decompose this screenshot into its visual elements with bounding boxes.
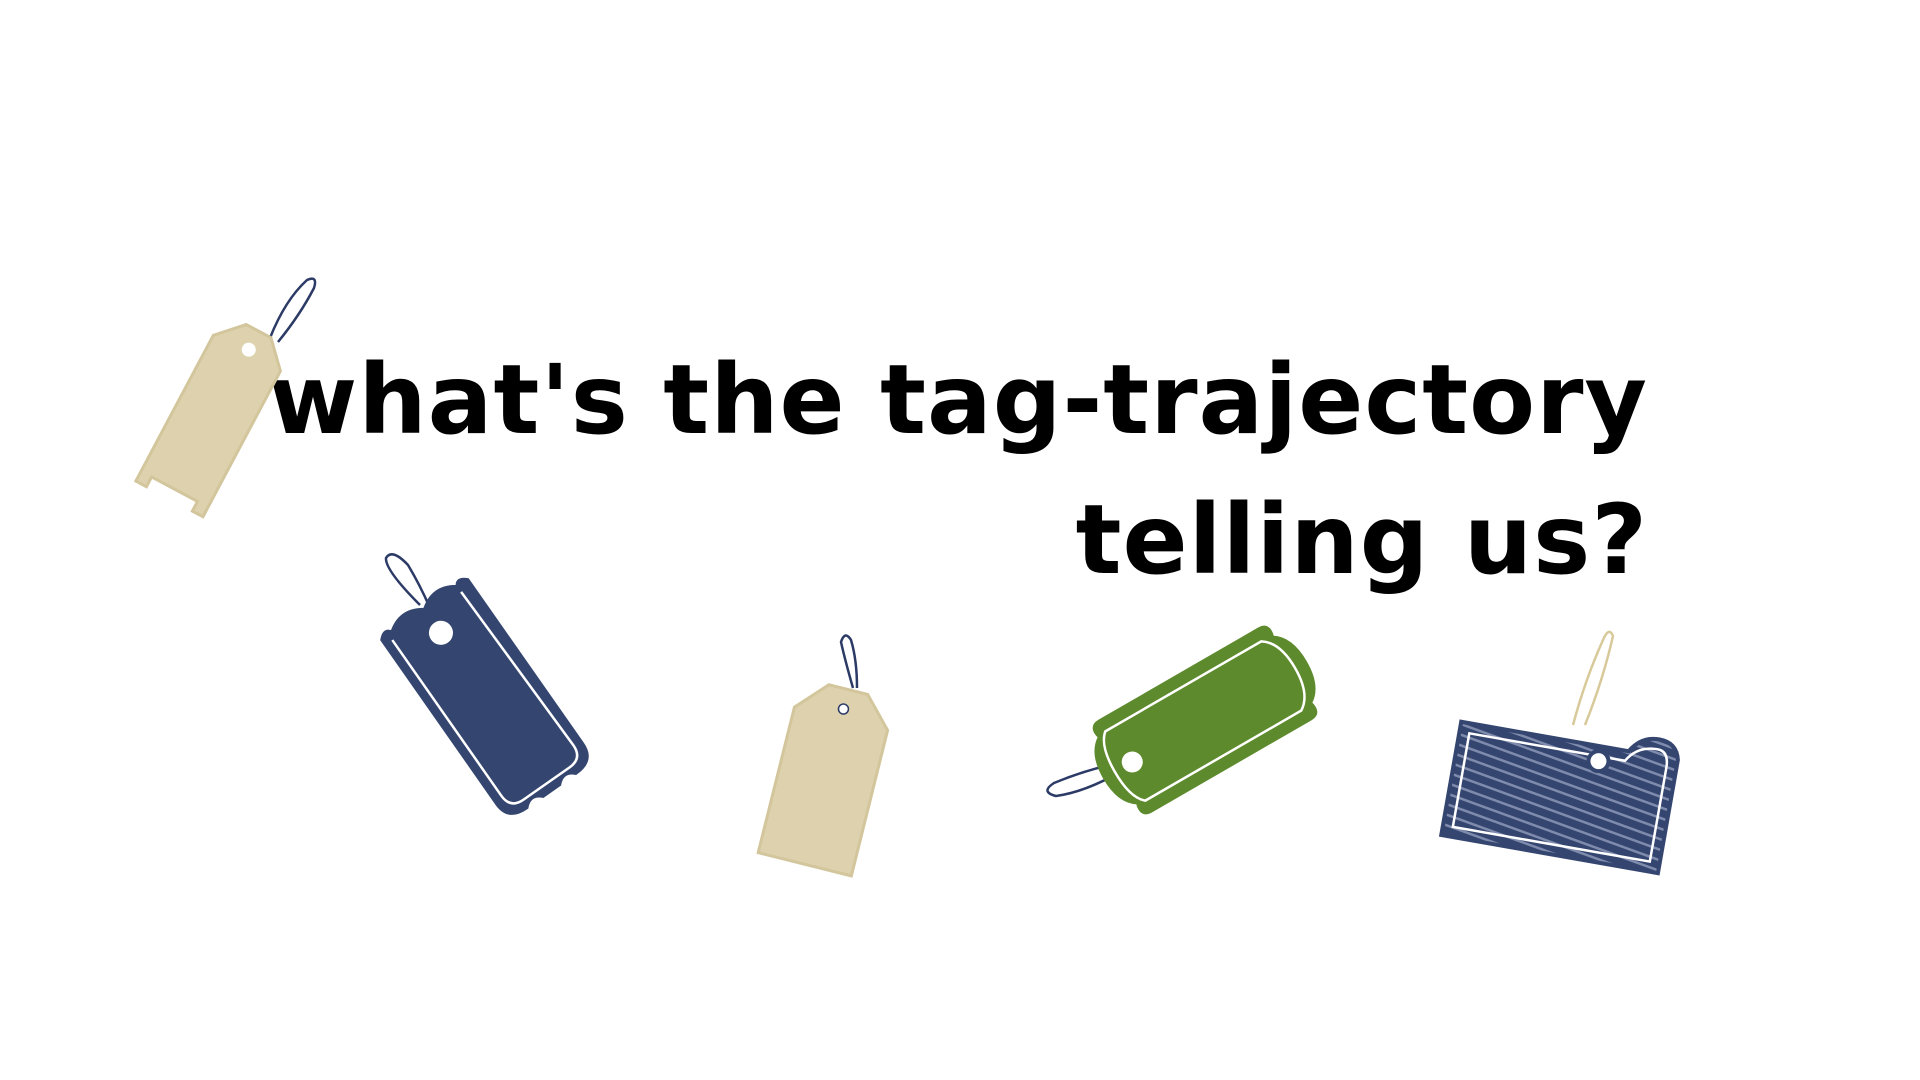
navy-scalloped-tag-icon [380,553,589,815]
slide: what's the tag-trajectory telling us? [0,0,1920,1080]
headline-line-1: what's the tag-trajectory [268,344,1648,456]
beige-classic-tag-icon [756,634,890,878]
green-ticket-tag-icon [1046,625,1318,815]
navy-striped-tag-icon [1438,630,1680,876]
beige-ticket-tag-icon [133,277,317,519]
